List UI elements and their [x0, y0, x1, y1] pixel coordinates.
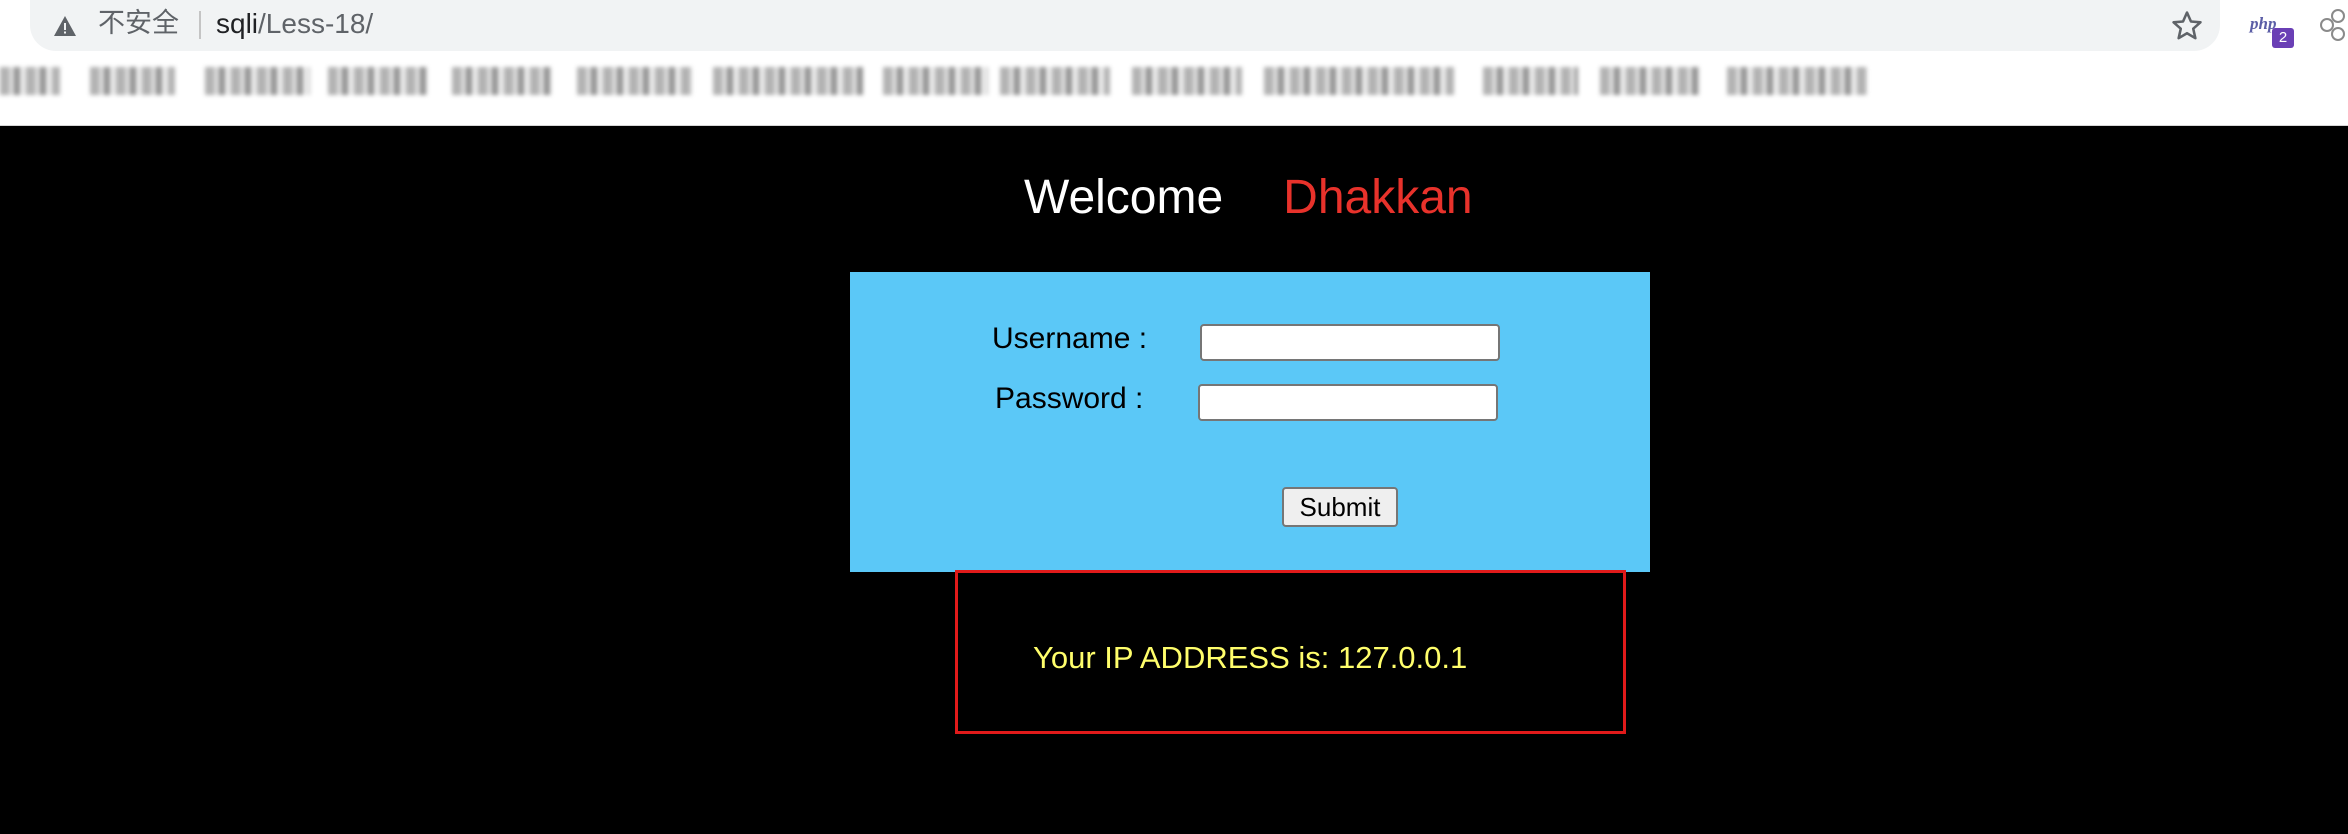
php-extension-icon[interactable]: php 2 — [2248, 12, 2300, 52]
ip-address-box: Your IP ADDRESS is: 127.0.0.1 — [955, 570, 1626, 734]
welcome-heading: Welcome Dhakkan — [1024, 168, 1473, 228]
extension-share-icon[interactable] — [2318, 8, 2348, 42]
bookmarks-bar — [0, 60, 1880, 102]
warning-icon[interactable] — [53, 15, 77, 37]
password-input[interactable] — [1198, 384, 1498, 421]
username-input[interactable] — [1200, 324, 1500, 361]
browser-chrome: 不安全 sqli/Less-18/ php 2 — [0, 0, 2348, 126]
password-label: Password : — [995, 382, 1144, 415]
url-text[interactable]: sqli/Less-18/ — [216, 6, 373, 42]
welcome-name: Dhakkan — [1283, 171, 1473, 224]
username-label: Username : — [992, 322, 1148, 355]
submit-button[interactable]: Submit — [1282, 487, 1398, 527]
bookmark-item[interactable] — [90, 67, 175, 95]
bookmark-item[interactable] — [1727, 67, 1867, 95]
bookmark-item[interactable] — [0, 67, 60, 95]
bookmark-item[interactable] — [1132, 67, 1242, 95]
url-path: /Less-18/ — [258, 8, 374, 39]
bookmark-item[interactable] — [205, 67, 310, 95]
welcome-text: Welcome — [1024, 171, 1224, 224]
security-status-label[interactable]: 不安全 — [98, 7, 179, 41]
bookmark-item[interactable] — [1600, 67, 1700, 95]
bookmark-star-icon[interactable] — [2170, 9, 2204, 43]
bookmark-item[interactable] — [452, 67, 552, 95]
bookmark-item[interactable] — [883, 67, 988, 95]
bookmark-item[interactable] — [1000, 67, 1110, 95]
php-extension-badge: 2 — [2272, 28, 2294, 48]
bookmark-item[interactable] — [713, 67, 863, 95]
login-form: Username : Password : Submit — [850, 272, 1650, 572]
bookmark-item[interactable] — [1264, 67, 1454, 95]
address-bar-divider — [199, 11, 201, 39]
ip-address-message: Your IP ADDRESS is: 127.0.0.1 — [1033, 640, 1468, 675]
bookmark-item[interactable] — [1483, 67, 1578, 95]
bookmark-item[interactable] — [328, 67, 428, 95]
bookmark-item[interactable] — [577, 67, 692, 95]
url-host: sqli — [216, 8, 259, 39]
